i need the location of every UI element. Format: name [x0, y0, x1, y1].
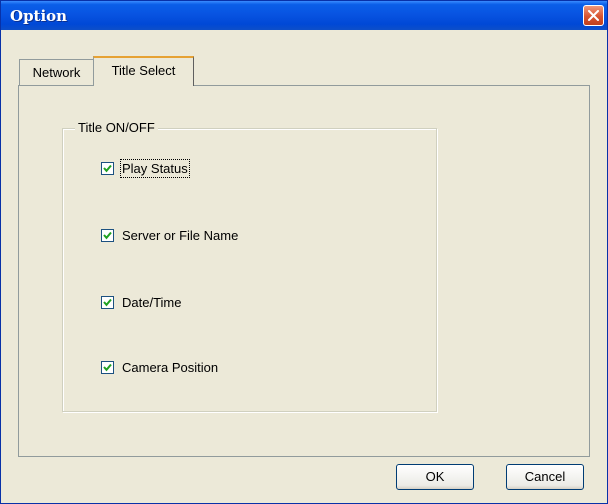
checkbox-box[interactable] [101, 295, 114, 309]
camera-position-checkbox[interactable]: Camera Position [101, 358, 218, 376]
server-or-file-name-checkbox[interactable]: Server or File Name [101, 226, 238, 244]
checkmark-icon [103, 164, 112, 172]
title-bar[interactable]: Option [1, 1, 607, 30]
title-on-off-group: Title ON/OFF Play Status Server or File … [62, 120, 437, 412]
play-status-checkbox[interactable]: Play Status [101, 158, 190, 178]
cancel-button[interactable]: Cancel [506, 464, 584, 490]
checkbox-label: Server or File Name [122, 227, 239, 243]
checkbox-label: Play Status [120, 158, 190, 178]
tab-panel: Title ON/OFF Play Status Server or File … [18, 85, 590, 457]
tab-network[interactable]: Network [19, 59, 93, 86]
date-time-checkbox[interactable]: Date/Time [101, 293, 181, 311]
group-label: Title ON/OFF [75, 120, 158, 135]
checkbox-box[interactable] [101, 360, 114, 374]
checkbox-box[interactable] [101, 228, 114, 242]
checkmark-icon [103, 298, 112, 306]
tab-label: Network [32, 65, 81, 80]
close-icon [588, 10, 599, 21]
checkbox-label: Camera Position [122, 359, 219, 375]
checkmark-icon [103, 231, 112, 239]
checkmark-icon [103, 363, 112, 371]
tab-label: Title Select [111, 63, 176, 78]
option-dialog: Option Network Title Select Title ON/OFF… [0, 0, 608, 504]
ok-button[interactable]: OK [396, 464, 474, 490]
close-button[interactable] [583, 5, 604, 26]
tab-title-select[interactable]: Title Select [93, 56, 194, 86]
checkbox-label: Date/Time [122, 294, 182, 310]
window-title: Option [10, 7, 68, 25]
checkbox-box[interactable] [101, 161, 114, 175]
